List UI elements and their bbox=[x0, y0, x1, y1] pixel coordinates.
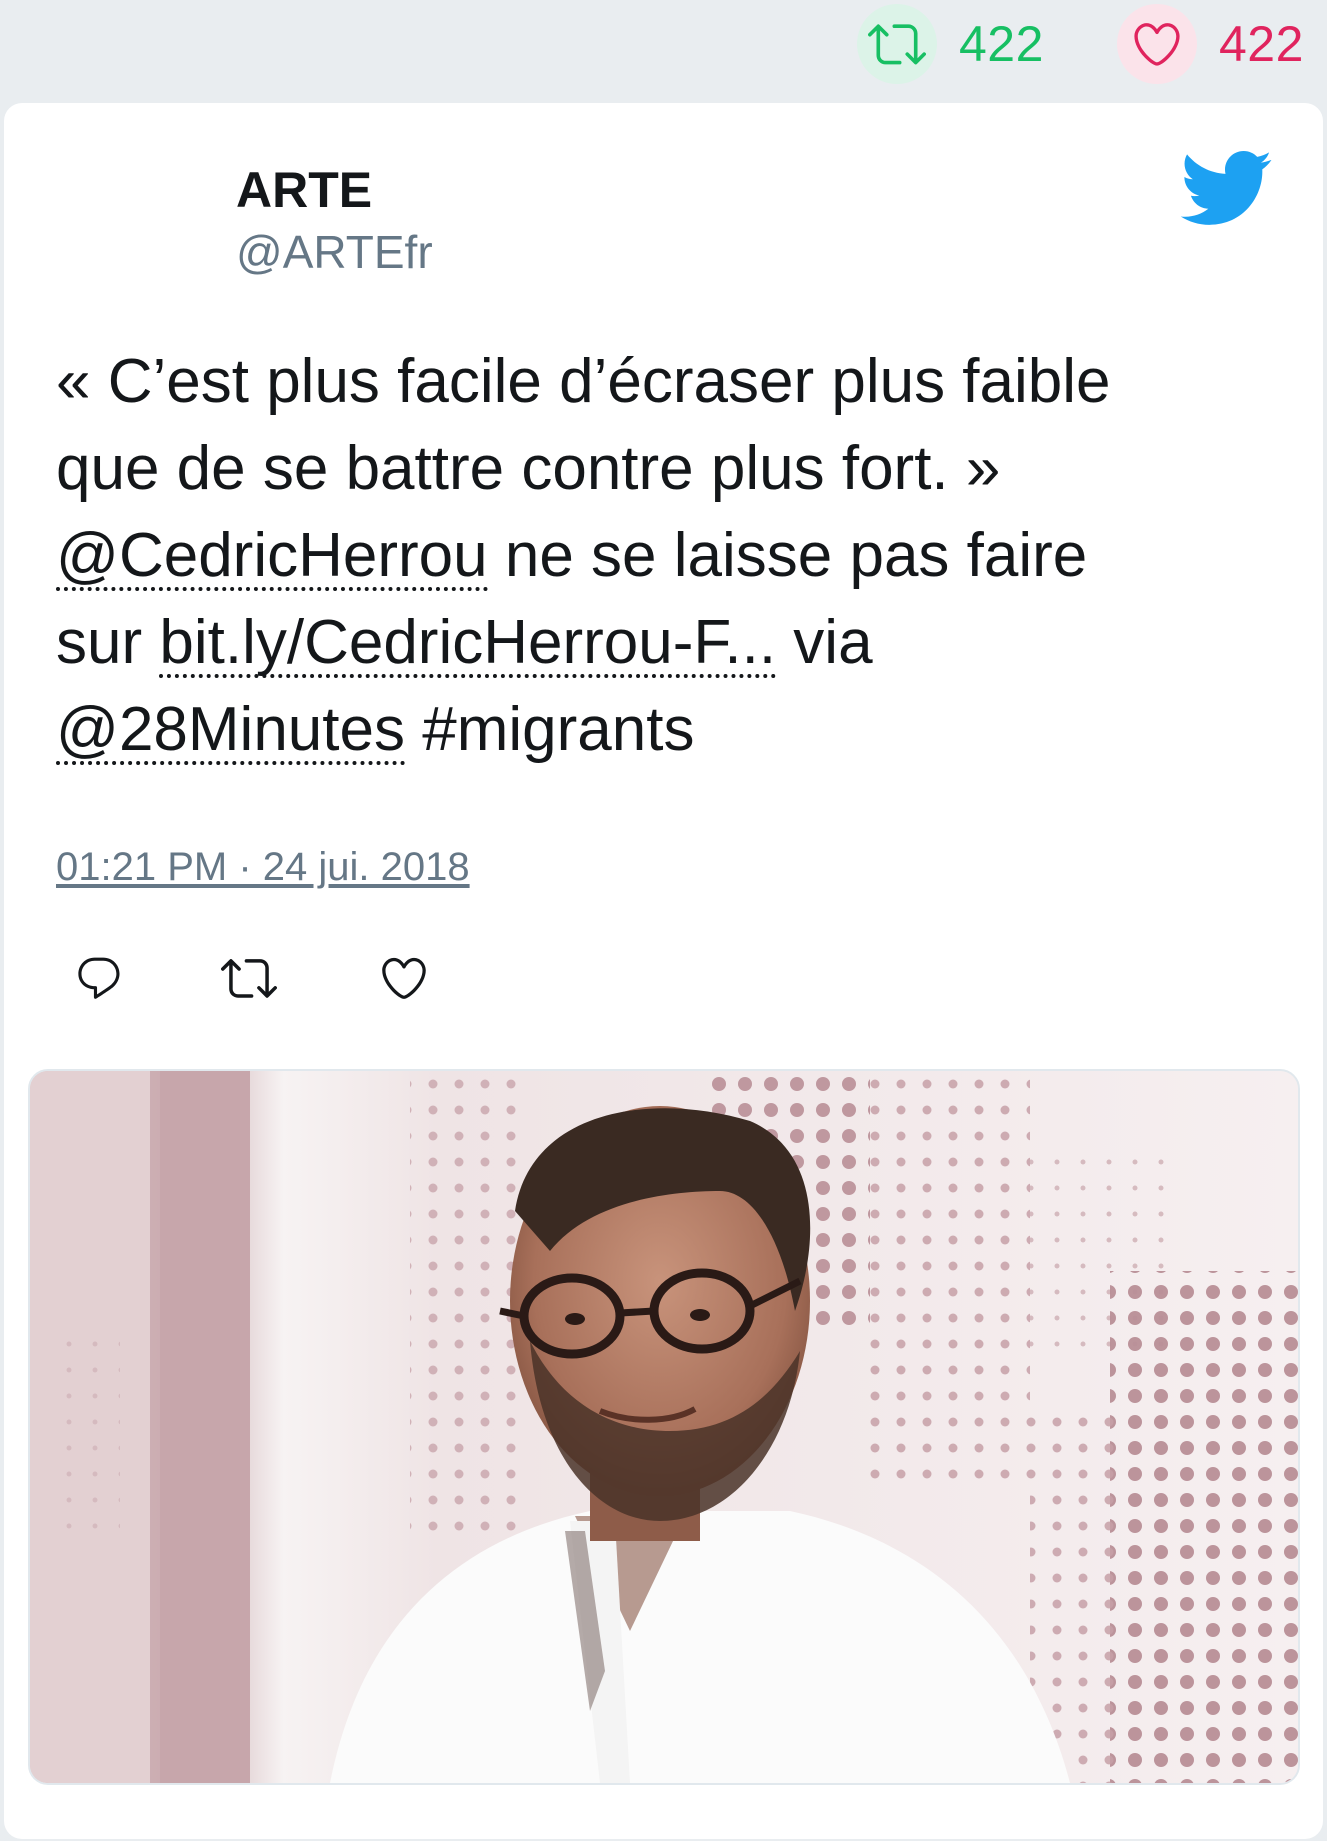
twitter-bird-icon[interactable] bbox=[1177, 148, 1273, 228]
like-icon-circle bbox=[1117, 4, 1197, 84]
tweet-card: ARTE @ARTEfr « C’est plus facile d’écras… bbox=[4, 103, 1323, 1839]
tweet-text: « C’est plus facile d’écraser plus faibl… bbox=[56, 338, 1276, 773]
hashtag-migrants[interactable]: #migrants bbox=[405, 695, 694, 764]
url-link[interactable]: bit.ly/CedricHerrou-F... bbox=[159, 612, 777, 678]
tweet-text-line: que de se battre contre plus fort. » bbox=[56, 434, 1001, 503]
reply-icon bbox=[78, 957, 120, 999]
retweet-stat[interactable]: 422 bbox=[857, 0, 1044, 88]
tweet-timestamp[interactable]: 01:21 PM · 24 jui. 2018 bbox=[56, 845, 470, 890]
mention-link-28minutes[interactable]: @28Minutes bbox=[56, 699, 405, 765]
author-handle[interactable]: @ARTEfr bbox=[236, 225, 433, 279]
video-still-photo bbox=[30, 1071, 1298, 1783]
avatar[interactable] bbox=[60, 161, 180, 281]
author-name[interactable]: ARTE bbox=[236, 161, 372, 219]
tweet-media-image[interactable] bbox=[28, 1069, 1300, 1785]
like-count: 422 bbox=[1219, 16, 1304, 72]
like-stat[interactable]: 422 bbox=[1117, 0, 1304, 88]
retweet-icon bbox=[221, 959, 277, 998]
like-button[interactable] bbox=[369, 943, 439, 1013]
heart-icon bbox=[1134, 23, 1180, 66]
mention-link-cedricherrou[interactable]: @CedricHerrou bbox=[56, 525, 488, 591]
tweet-text-line: « C’est plus facile d’écraser plus faibl… bbox=[56, 347, 1111, 416]
retweet-icon bbox=[868, 24, 926, 65]
tweet-text-segment: sur bbox=[56, 608, 160, 677]
reply-button[interactable] bbox=[64, 943, 134, 1013]
tweet-stats-bar: 422 422 bbox=[767, 0, 1327, 88]
retweet-button[interactable] bbox=[214, 943, 284, 1013]
retweet-icon-circle bbox=[857, 4, 937, 84]
retweet-count: 422 bbox=[959, 16, 1044, 72]
tweet-text-segment: ne se laisse pas faire bbox=[487, 521, 1088, 590]
tweet-text-segment: via bbox=[776, 608, 873, 677]
heart-icon bbox=[382, 957, 426, 999]
